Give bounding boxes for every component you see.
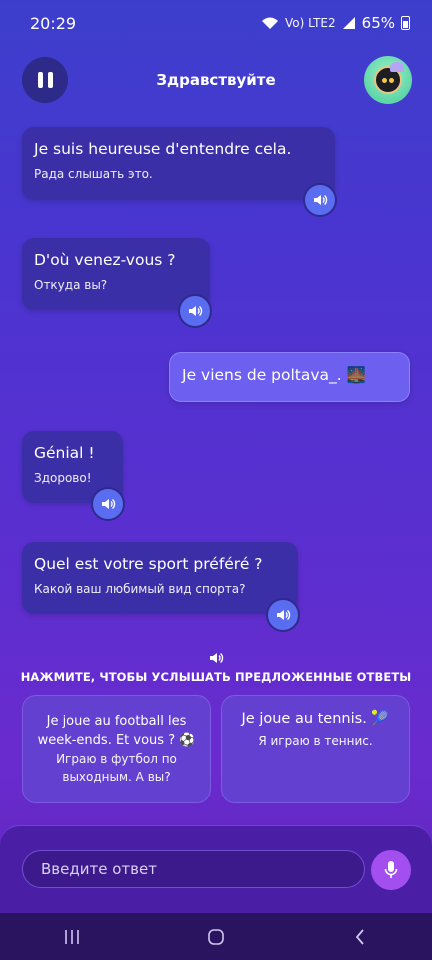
speaker-icon (210, 652, 224, 664)
home-icon (208, 928, 224, 945)
answer-input[interactable] (22, 850, 365, 888)
pause-button[interactable] (22, 57, 68, 103)
battery-icon (401, 16, 410, 30)
message-translation: Рада слышать это. (34, 167, 153, 181)
message-translation: Здорово! (34, 471, 92, 485)
suggestion-translation: Я играю в теннис. (258, 734, 373, 748)
signal-icon (342, 17, 355, 29)
speaker-icon (189, 305, 203, 317)
pause-icon (37, 72, 43, 88)
microphone-icon (384, 861, 398, 878)
speaker-button[interactable] (303, 183, 337, 217)
suggestion-french: Je joue au football les week-ends. Et vo… (37, 714, 196, 748)
speaker-button[interactable] (266, 598, 300, 632)
status-icons: Vo) LTE2 65% (261, 14, 410, 32)
suggestion-card[interactable]: Je joue au football les week-ends. Et vo… (22, 695, 211, 803)
suggestion-translation: Играю в футбол по выходным. А вы? (56, 752, 177, 784)
message-french: Je suis heureuse d'entendre cela. (34, 140, 292, 158)
message-translation: Какой ваш любимый вид спорта? (34, 582, 246, 596)
speaker-icon (314, 194, 328, 206)
hint-text: НАЖМИТЕ, ЧТОБЫ УСЛЫШАТЬ ПРЕДЛОЖЕННЫЕ ОТВ… (20, 670, 412, 684)
user-message: Je viens de poltava_. 🌉 (169, 352, 410, 402)
suggestion-french: Je joue au tennis. 🎾 (241, 711, 390, 727)
suggestion-card[interactable]: Je joue au tennis. 🎾 Я играю в теннис. (221, 695, 410, 803)
speaker-icon (277, 609, 291, 621)
message-translation: Откуда вы? (34, 278, 108, 292)
message-french: Quel est votre sport préféré ? (34, 555, 263, 573)
battery-percent: 65% (361, 14, 395, 32)
back-icon (355, 928, 364, 945)
status-time: 20:29 (30, 13, 77, 33)
chat-header: Здравствуйте (0, 52, 432, 108)
home-button[interactable] (196, 922, 236, 952)
speaker-button[interactable] (91, 487, 125, 521)
recent-apps-button[interactable] (52, 922, 92, 952)
message-french: D'où venez-vous ? (34, 251, 176, 269)
microphone-button[interactable] (371, 850, 411, 890)
recent-apps-icon (65, 929, 79, 944)
suggestions-hint[interactable]: НАЖМИТЕ, ЧТОБЫ УСЛЫШАТЬ ПРЕДЛОЖЕННЫЕ ОТВ… (0, 650, 432, 684)
status-bar: 20:29 Vo) LTE2 65% (0, 0, 432, 46)
system-nav-bar (0, 913, 432, 960)
message-french: Génial ! (34, 444, 95, 462)
composer (0, 825, 432, 913)
speaker-icon (102, 498, 116, 510)
message-french: Je viens de poltava_. 🌉 (182, 366, 366, 384)
page-title: Здравствуйте (156, 71, 276, 89)
speaker-button[interactable] (178, 294, 212, 328)
wifi-icon (261, 17, 278, 29)
bot-message: Quel est votre sport préféré ? Какой ваш… (22, 542, 298, 614)
bot-message: Je suis heureuse d'entendre cela. Рада с… (22, 127, 335, 200)
signal-label: Vo) LTE2 (284, 16, 336, 30)
avatar[interactable] (364, 56, 412, 104)
back-button[interactable] (340, 922, 380, 952)
